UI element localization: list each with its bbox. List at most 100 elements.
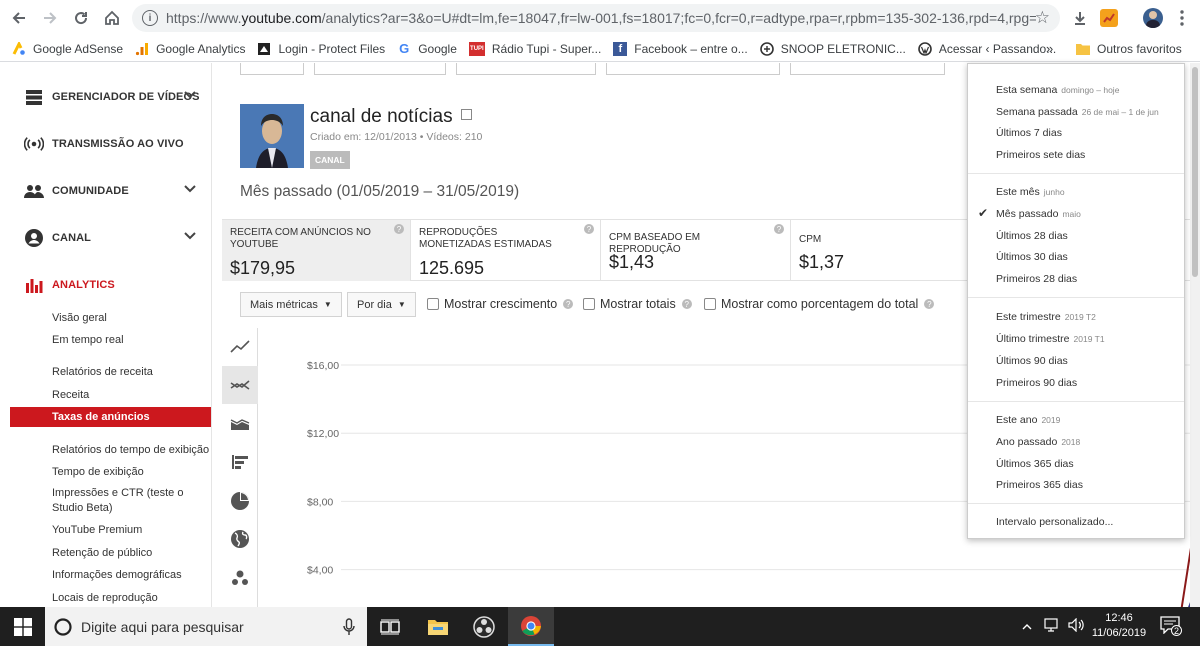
date-option-first-7-days[interactable]: Primeiros sete dias (996, 149, 1085, 161)
nav-link-impressions-ctr-2[interactable]: Studio Beta) (52, 502, 113, 514)
network-icon[interactable] (1044, 618, 1060, 635)
nav-link-watchtime[interactable]: Tempo de exibição (52, 466, 144, 478)
download-extension-button[interactable] (1068, 6, 1092, 30)
show-growth-checkbox[interactable]: Mostrar crescimento ? (427, 297, 574, 311)
bookmark-facebook[interactable]: f Facebook – entre o... (613, 41, 748, 56)
date-option-this-year[interactable]: Este ano 2019 (996, 414, 1060, 426)
bookmark-snoop[interactable]: SNOOP ELETRONIC... (759, 42, 906, 56)
help-icon[interactable]: ? (924, 299, 935, 309)
line-chart-button[interactable] (222, 328, 258, 366)
nav-link-revenue[interactable]: Receita (52, 389, 89, 401)
nav-link-revenue-reports[interactable]: Relatórios de receita (52, 366, 153, 378)
filter-tab[interactable] (456, 63, 596, 75)
date-option-last-month[interactable]: Mês passado maio (996, 208, 1081, 220)
filter-tab[interactable] (790, 63, 945, 75)
chevron-up-icon[interactable] (1022, 621, 1032, 633)
help-icon[interactable]: ? (774, 224, 784, 234)
checkbox-box[interactable] (704, 298, 716, 310)
date-option-custom-range[interactable]: Intervalo personalizado... (996, 516, 1113, 528)
bookmark-star-icon[interactable]: ☆ (1035, 8, 1050, 28)
bubble-chart-button[interactable] (222, 559, 258, 597)
date-option-last-7-days[interactable]: Últimos 7 dias (996, 127, 1062, 139)
nav-link-audience-retention[interactable]: Retenção de público (52, 547, 152, 559)
info-icon[interactable]: i (142, 10, 158, 26)
date-option-this-week[interactable]: Esta semana domingo – hoje (996, 84, 1119, 96)
nav-analytics[interactable]: ANALYTICS (0, 261, 211, 308)
nav-link-watchtime-reports[interactable]: Relatórios do tempo de exibição (52, 444, 209, 456)
date-option-last-28-days[interactable]: Últimos 28 dias (996, 230, 1068, 242)
filter-tab[interactable] (314, 63, 446, 75)
nav-video-manager[interactable]: GERENCIADOR DE VÍDEOS (0, 73, 211, 120)
checkbox-box[interactable] (583, 298, 595, 310)
nav-link-overview[interactable]: Visão geral (52, 312, 107, 324)
help-icon[interactable]: ? (584, 224, 594, 234)
date-option-first-365-days[interactable]: Primeiros 365 dias (996, 479, 1083, 491)
microphone-icon[interactable] (343, 618, 355, 636)
file-explorer-button[interactable] (415, 607, 461, 646)
map-chart-button[interactable] (222, 520, 258, 558)
filter-tab[interactable] (606, 63, 780, 75)
show-percent-checkbox[interactable]: Mostrar como porcentagem do total ? (704, 297, 935, 311)
nav-live-streaming[interactable]: TRANSMISSÃO AO VIVO (0, 120, 211, 167)
date-option-last-365-days[interactable]: Últimos 365 dias (996, 458, 1074, 470)
pie-chart-button[interactable] (222, 482, 258, 520)
other-bookmarks[interactable]: Outros favoritos (1076, 42, 1182, 56)
forward-button[interactable] (35, 3, 65, 33)
help-icon[interactable]: ? (681, 299, 692, 309)
area-chart-button[interactable] (222, 405, 258, 443)
help-icon[interactable]: ? (394, 224, 404, 234)
per-day-dropdown[interactable]: Por dia ▼ (347, 292, 416, 317)
checkbox-box[interactable] (427, 298, 439, 310)
help-icon[interactable]: ? (563, 299, 574, 309)
nav-link-ad-rates[interactable]: Taxas de anúncios (10, 407, 211, 427)
task-view-button[interactable] (367, 607, 413, 646)
external-link-icon[interactable] (460, 109, 472, 120)
nav-link-playback-locations[interactable]: Locais de reprodução (52, 592, 158, 604)
back-button[interactable] (4, 3, 34, 33)
scrollbar-thumb[interactable] (1192, 67, 1198, 277)
date-option-last-quarter[interactable]: Último trimestre 2019 T1 (996, 333, 1105, 345)
nav-link-realtime[interactable]: Em tempo real (52, 334, 124, 346)
nav-link-impressions-ctr[interactable]: Impressões e CTR (teste o (52, 487, 183, 499)
profile-avatar-button[interactable] (1141, 6, 1165, 30)
date-option-this-month[interactable]: Este mês junho (996, 186, 1065, 198)
date-option-first-90-days[interactable]: Primeiros 90 dias (996, 377, 1077, 389)
bookmark-analytics[interactable]: Google Analytics (135, 42, 245, 56)
browser-menu-button[interactable] (1170, 6, 1194, 30)
nav-channel[interactable]: CANAL (0, 214, 211, 261)
multiline-chart-button[interactable] (222, 366, 258, 404)
bookmark-protect-files[interactable]: Login - Protect Files (257, 42, 385, 56)
home-button[interactable] (97, 3, 127, 33)
address-bar[interactable]: i https://www.youtube.com/analytics?ar=3… (132, 4, 1060, 32)
more-metrics-dropdown[interactable]: Mais métricas ▼ (240, 292, 342, 317)
bookmarks-more-button[interactable]: » (1046, 41, 1053, 56)
reload-button[interactable] (66, 3, 96, 33)
bookmark-wordpress[interactable]: Acessar ‹ Passando... (918, 42, 1056, 56)
start-button[interactable] (0, 607, 45, 646)
obs-button[interactable] (461, 607, 507, 646)
date-option-last-30-days[interactable]: Últimos 30 dias (996, 251, 1068, 263)
date-option-first-28-days[interactable]: Primeiros 28 dias (996, 273, 1077, 285)
taskbar-clock[interactable]: 12:46 11/06/2019 (1086, 611, 1152, 641)
filter-tab[interactable] (240, 63, 304, 75)
metric-card-monetized-playbacks[interactable]: REPRODUÇÕES MONETIZADAS ESTIMADAS 125.69… (411, 220, 601, 281)
date-option-last-90-days[interactable]: Últimos 90 dias (996, 355, 1068, 367)
date-option-last-week[interactable]: Semana passada 26 de mai – 1 de jun (996, 106, 1159, 118)
metric-card-playback-cpm[interactable]: CPM BASEADO EM REPRODUÇÃO $1,43 ? (601, 220, 791, 281)
nav-community[interactable]: COMUNIDADE (0, 167, 211, 214)
nav-link-demographics[interactable]: Informações demográficas (52, 569, 182, 581)
chrome-taskbar-button[interactable] (508, 607, 554, 646)
bar-chart-button[interactable] (222, 443, 258, 481)
metric-card-ad-revenue[interactable]: RECEITA COM ANÚNCIOS NO YOUTUBE $179,95 … (222, 220, 411, 281)
date-option-this-quarter[interactable]: Este trimestre 2019 T2 (996, 311, 1096, 323)
bookmark-google[interactable]: G Google (397, 41, 457, 56)
extension-button[interactable] (1097, 6, 1121, 30)
volume-icon[interactable] (1068, 617, 1086, 635)
page-scrollbar[interactable] (1190, 63, 1200, 607)
channel-title[interactable]: canal de notícias (310, 106, 472, 128)
bookmark-adsense[interactable]: Google AdSense (12, 41, 123, 56)
taskbar-search-box[interactable]: Digite aqui para pesquisar (45, 607, 367, 646)
bookmark-tupi[interactable]: TUPI Rádio Tupi - Super... (468, 41, 601, 56)
metric-card-cpm[interactable]: CPM $1,37 (791, 220, 971, 281)
nav-link-youtube-premium[interactable]: YouTube Premium (52, 524, 142, 536)
